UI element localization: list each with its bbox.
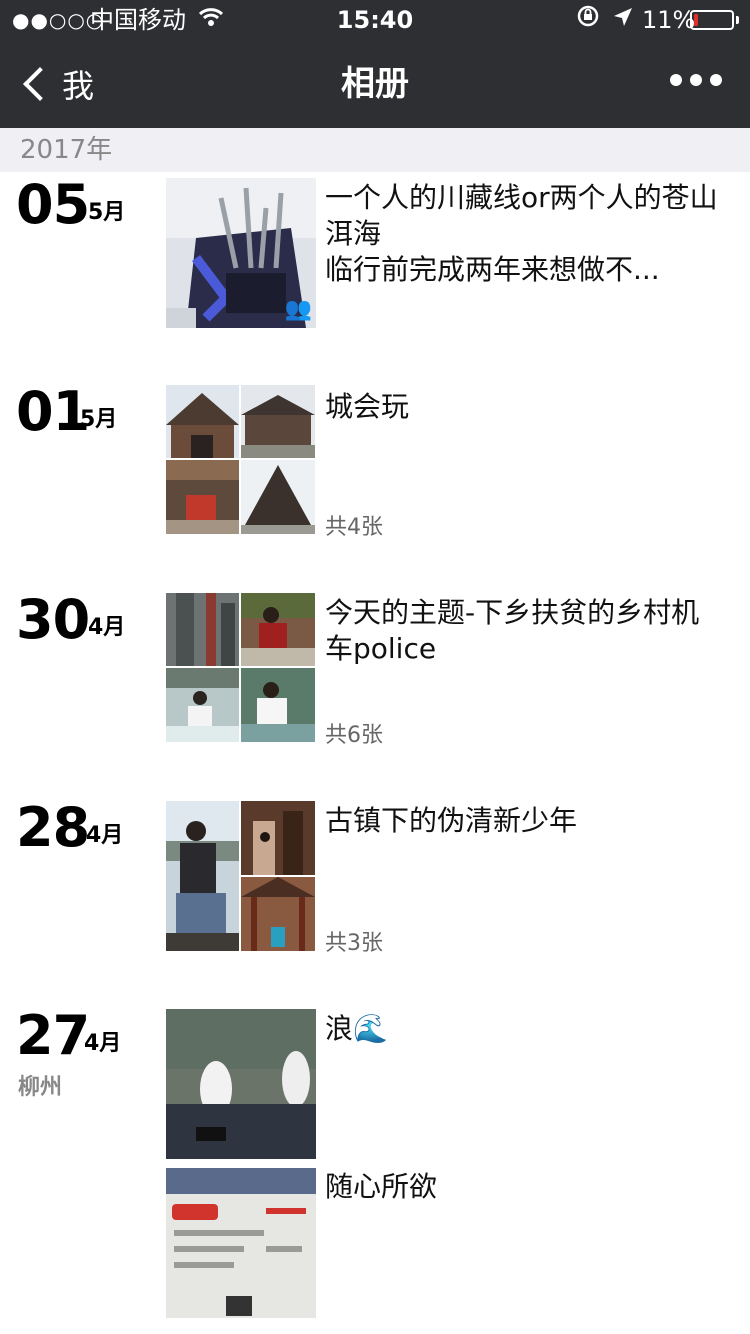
clock-time: 15:40 [336,6,414,34]
friends-visibility-icon: 👥 [284,297,312,322]
photo-thumbnail[interactable] [241,877,315,951]
photo-thumbnail[interactable] [241,593,315,666]
photo-thumbnail[interactable] [166,460,239,534]
page-title: 相册 [341,64,409,104]
photo-thumbnail[interactable] [166,593,239,666]
chevron-left-icon [23,67,57,101]
photo-thumbnail[interactable] [166,801,239,951]
entry-month: 5月 [88,200,126,225]
photo-thumbnail[interactable] [166,1168,316,1318]
entry-month: 5月 [80,407,118,432]
photo-thumbnail[interactable] [241,801,315,875]
entry-day: 28 [16,796,90,859]
photo-thumbnail[interactable]: 👥 [166,178,316,328]
more-dot-icon [690,74,702,86]
entry-day: 30 [16,588,90,651]
more-dot-icon [710,74,722,86]
battery-percent: 11% [642,6,696,34]
entry-caption[interactable]: 随心所欲 [325,1169,725,1205]
year-section-header: 2017年 [0,128,750,172]
location-arrow-icon [612,4,634,36]
entry-caption[interactable]: 浪🌊 [325,1011,725,1047]
photo-thumbnail[interactable] [241,460,315,534]
more-dot-icon [670,74,682,86]
status-bar: ●●○○○ 中国移动 15:40 11% [0,0,750,40]
back-label: 我 [62,67,95,105]
navigation-bar: 我 相册 [0,40,750,128]
entry-month: 4月 [86,823,124,848]
rotation-lock-icon [576,4,600,36]
photo-thumbnail[interactable] [241,668,315,742]
battery-icon [690,10,734,30]
entry-month: 4月 [88,615,126,640]
photo-count: 共6张 [325,723,383,748]
photo-thumbnail[interactable] [166,1009,316,1159]
photo-count: 共3张 [325,931,383,956]
entry-location: 柳州 [18,1075,63,1100]
entry-month: 4月 [84,1031,122,1056]
back-button[interactable]: 我 [18,60,94,108]
entry-day: 01 [16,380,90,443]
entry-day: 05 [16,173,90,236]
entry-day: 27 [16,1004,90,1067]
entry-caption[interactable]: 今天的主题-下乡扶贫的乡村机车police [325,595,725,667]
battery-level [694,14,698,26]
photo-count: 共4张 [325,515,383,540]
photo-thumbnail[interactable] [241,385,315,458]
more-button[interactable] [670,74,722,86]
photo-thumbnail[interactable] [166,385,239,458]
photo-thumbnail[interactable] [166,668,239,742]
battery-tip [736,16,739,24]
entry-caption[interactable]: 古镇下的伪清新少年 [325,803,725,839]
entry-caption[interactable]: 一个人的川藏线or两个人的苍山洱海 临行前完成两年来想做不... [325,180,725,288]
entry-caption[interactable]: 城会玩 [325,389,725,425]
